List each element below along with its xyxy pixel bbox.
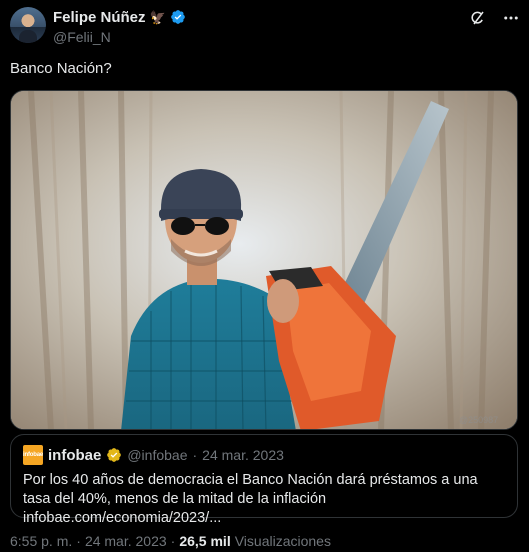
quoted-source-name[interactable]: infobae <box>48 447 101 464</box>
grok-icon[interactable] <box>467 8 487 28</box>
chainsaw-photo: @250987 <box>11 91 517 429</box>
footer-separator: · <box>170 533 176 549</box>
footer-separator: · <box>76 533 81 549</box>
quoted-handle[interactable]: @infobae <box>127 447 187 463</box>
svg-text:@250987: @250987 <box>459 415 498 425</box>
user-info: Felipe Núñez 🦅 @Felii_N <box>53 8 186 45</box>
quoted-tweet[interactable]: infobae infobae @infobae · 24 mar. 2023 … <box>10 434 518 526</box>
header-actions <box>467 8 521 28</box>
post-time[interactable]: 6:55 p. m. <box>10 533 72 549</box>
quoted-separator: · <box>192 447 198 463</box>
user-handle[interactable]: @Felii_N <box>53 29 186 45</box>
display-name[interactable]: Felipe Núñez <box>53 9 146 26</box>
avatar[interactable] <box>10 7 46 43</box>
eagle-emoji: 🦅 <box>149 9 166 25</box>
verified-gold-badge-icon <box>107 448 122 462</box>
more-options-icon[interactable] <box>501 8 521 28</box>
views-label: Visualizaciones <box>234 533 331 549</box>
post-date[interactable]: 24 mar. 2023 <box>85 533 167 549</box>
tweet-image[interactable]: @250987 <box>10 90 518 430</box>
tweet-text: Banco Nación? <box>10 60 112 77</box>
quoted-text: Por los 40 años de democracia el Banco N… <box>23 472 478 526</box>
verified-badge-icon[interactable] <box>170 9 186 25</box>
quoted-date[interactable]: 24 mar. 2023 <box>202 447 284 463</box>
name-row: Felipe Núñez 🦅 <box>53 8 186 26</box>
tweet: Felipe Núñez 🦅 @Felii_N Banco Nación? @2… <box>0 0 529 552</box>
quoted-tweet-header: infobae infobae @infobae · 24 mar. 2023 <box>23 445 505 465</box>
views-count: 26,5 mil <box>179 533 231 549</box>
infobae-logo-icon: infobae <box>23 445 43 465</box>
tweet-footer: 6:55 p. m. · 24 mar. 2023 · 26,5 mil Vis… <box>10 533 331 549</box>
